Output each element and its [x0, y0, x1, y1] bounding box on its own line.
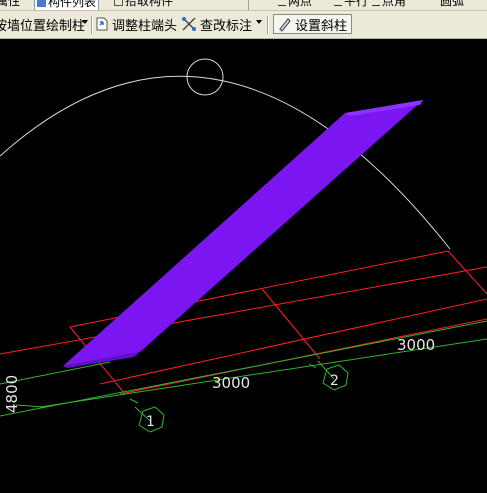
drawing-canvas[interactable]: 1 2 3000 3000 4800	[0, 39, 487, 493]
pick-component-button[interactable]: 拾取构件	[112, 0, 175, 9]
dimension-text: 3000	[212, 374, 250, 392]
arc-button[interactable]: 圆弧	[438, 0, 466, 9]
adjust-column-end-button[interactable]: 调整柱端头	[94, 14, 177, 34]
properties-label: 属性	[0, 0, 21, 8]
inclined-column-icon	[279, 18, 291, 32]
adjust-column-end-label: 调整柱端头	[112, 17, 178, 33]
component-list-button[interactable]: 构件列表	[34, 0, 100, 10]
canvas-svg: 1 2 3000 3000 4800	[0, 58, 487, 433]
chevron-down-icon[interactable]	[82, 20, 88, 24]
dim-tick	[129, 398, 139, 404]
set-inclined-column-label: 设置斜柱	[295, 17, 348, 33]
inclined-column[interactable]	[63, 100, 423, 368]
arc-label: 圆弧	[440, 0, 465, 8]
point-angle-button[interactable]: 点角	[370, 0, 408, 9]
toolbar: 按墙位置绘制柱 调整柱端头 查改标注 设置斜柱	[0, 11, 487, 39]
edit-annotation-icon	[182, 17, 196, 31]
two-points-label: 两点	[288, 0, 313, 8]
column-face	[63, 100, 423, 366]
edit-annotation-button[interactable]: 查改标注	[180, 14, 252, 34]
angle-icon	[372, 0, 380, 6]
grid-line	[261, 288, 321, 360]
set-inclined-column-button[interactable]: 设置斜柱	[273, 14, 353, 34]
two-points-button[interactable]: 两点	[276, 0, 314, 9]
pick-component-label: 拾取构件	[125, 0, 174, 8]
separator	[91, 16, 92, 34]
chevron-down-icon[interactable]	[256, 20, 262, 24]
draw-column-by-wall-button[interactable]: 按墙位置绘制柱	[0, 14, 85, 34]
parallel-icon	[334, 0, 342, 6]
dimension-text: 4800	[3, 375, 21, 413]
draw-column-by-wall-label: 按墙位置绘制柱	[0, 17, 86, 33]
dimension-text: 3000	[397, 336, 435, 354]
parallel-label: 平行	[344, 0, 369, 8]
line-icon	[278, 0, 286, 6]
pick-icon	[114, 0, 123, 6]
component-list-label: 构件列表	[48, 0, 97, 9]
separator	[267, 16, 268, 34]
parallel-button[interactable]: 平行	[332, 0, 370, 9]
red-grid	[0, 250, 487, 395]
separator	[248, 0, 249, 10]
properties-button[interactable]: 属性	[0, 0, 22, 9]
edit-annotation-label: 查改标注	[200, 17, 253, 33]
adjust-end-icon	[96, 17, 108, 31]
axis-label-1: 1	[146, 414, 155, 430]
list-icon	[37, 0, 46, 7]
axis-label-2: 2	[330, 373, 339, 389]
point-angle-label: 点角	[382, 0, 407, 8]
toolbar-top-row: 属性 构件列表 拾取构件 两点 平行 点角 圆弧	[0, 0, 487, 11]
